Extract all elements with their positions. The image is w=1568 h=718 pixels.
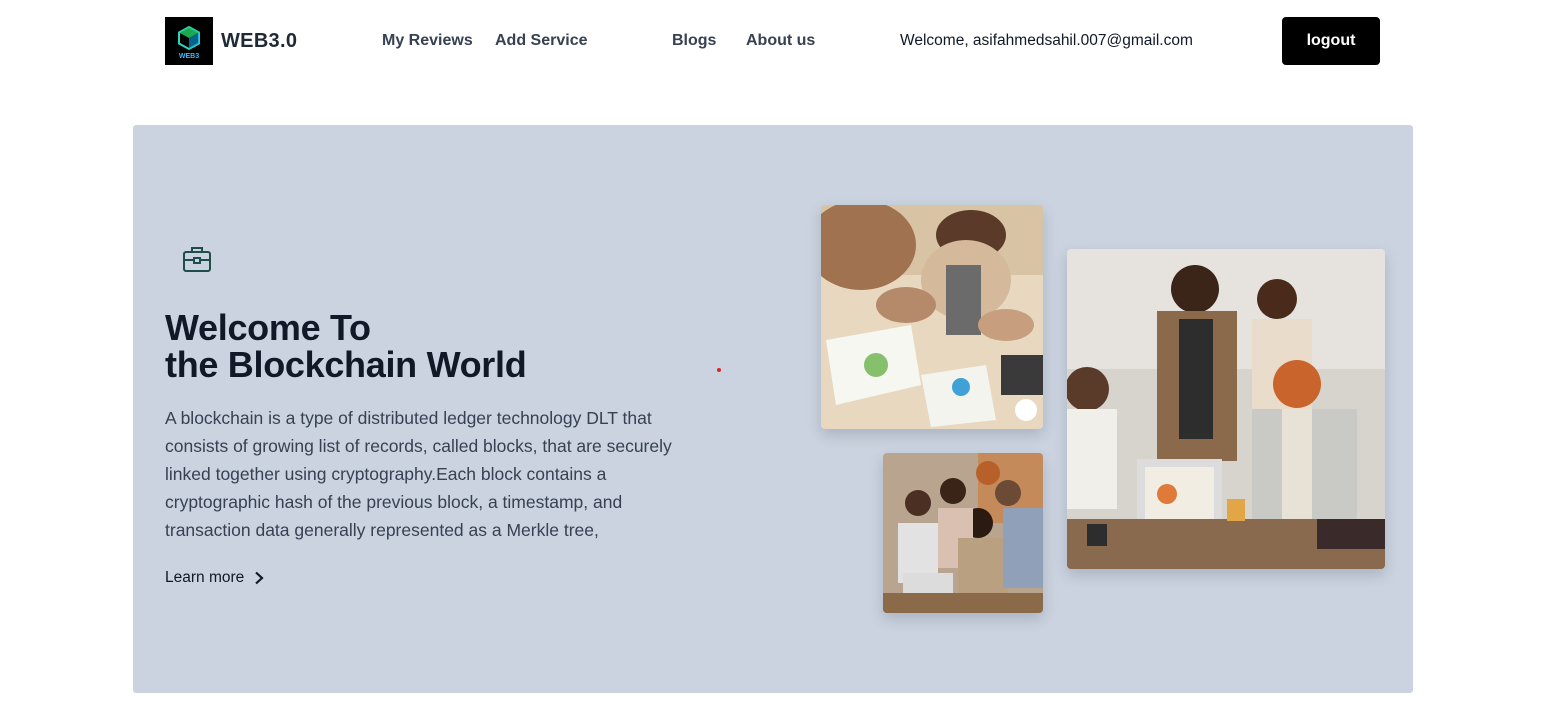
learn-more-label: Learn more xyxy=(165,569,245,586)
nav-about-us[interactable]: About us xyxy=(746,32,815,50)
hero-description: A blockchain is a type of distributed le… xyxy=(165,408,672,540)
logo-text: WEB3 xyxy=(179,53,199,60)
briefcase-icon xyxy=(181,243,213,275)
group-laptop-photo xyxy=(883,453,1043,613)
logout-button[interactable]: logout xyxy=(1282,17,1380,65)
chevron-right-icon xyxy=(255,571,264,585)
decorative-dot xyxy=(717,368,721,372)
top-navbar: WEB3 WEB3.0 My Reviews Add Service Blogs… xyxy=(0,0,1568,84)
web3-logo-icon: WEB3 xyxy=(178,25,200,60)
nav-blogs[interactable]: Blogs xyxy=(672,32,716,50)
welcome-user-text: Welcome, asifahmedsahil.007@gmail.com xyxy=(900,32,1193,49)
hero-title: Welcome To the Blockchain World xyxy=(165,309,725,383)
brand-logo[interactable]: WEB3 xyxy=(165,17,213,65)
hero-title-line-2: the Blockchain World xyxy=(165,344,527,385)
nav-my-reviews[interactable]: My Reviews xyxy=(382,32,473,50)
hero-title-line-1: Welcome To xyxy=(165,307,371,348)
brand-name[interactable]: WEB3.0 xyxy=(221,30,297,53)
office-coffee-photo xyxy=(1067,249,1385,569)
nav-add-service[interactable]: Add Service xyxy=(495,32,587,50)
hero-section: Welcome To the Blockchain World A blockc… xyxy=(133,125,1413,693)
learn-more-link[interactable]: Learn more xyxy=(165,569,264,587)
team-meeting-photo xyxy=(821,205,1043,429)
